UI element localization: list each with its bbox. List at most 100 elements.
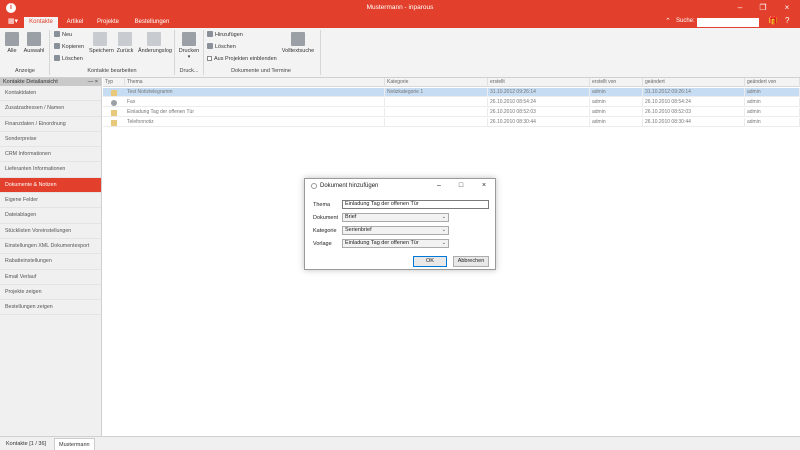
sidebar-item-eigene-felder[interactable]: Eigene Felder [0,193,101,209]
loeschen-kontakt-button[interactable]: Löschen [54,55,83,63]
restore-icon[interactable]: ❐ [756,2,770,14]
auswahl-button[interactable]: Auswahl [23,32,45,54]
cell-kategorie [385,98,488,107]
filter-list-icon [27,32,41,46]
search-input[interactable] [697,17,759,27]
aenderungslog-button[interactable]: Änderungslog [138,32,172,54]
status-tab-mustermann[interactable]: Mustermann [54,438,95,450]
zurueck-button[interactable]: Zurück [114,32,136,54]
list-icon [5,32,19,46]
cell-kategorie [385,118,488,127]
hinzufuegen-label: Hinzufügen [215,32,243,38]
sidebar-item-lieferanten[interactable]: Lieferanten Informationen [0,162,101,178]
hinzufuegen-button[interactable]: Hinzufügen [207,31,243,39]
dokument-label: Dokument [313,215,339,221]
drucken-button[interactable]: Drucken ▾ [178,32,200,60]
status-tab-kontakte[interactable]: Kontakte [1 / 36] [2,438,50,450]
column-header-erstellt-von[interactable]: erstellt von [590,78,643,87]
sidebar-pin-close-icon[interactable]: — × [88,78,98,86]
tab-projekte[interactable]: Projekte [92,17,124,28]
dokument-select-value: Brief [345,214,357,220]
vorlage-select[interactable]: Einladung Tag der offenen Tür ⌄ [342,239,449,248]
tab-kontakte[interactable]: Kontakte [24,17,58,28]
column-header-thema[interactable]: Thema [125,78,385,87]
sidebar: Kontakte Detailansicht — × Kontaktdaten … [0,78,102,436]
loeschen-label: Löschen [62,56,83,62]
table-row[interactable]: Telefonnotiz 26.10.2010 08:30:44 admin 2… [103,118,800,127]
collapse-ribbon-icon[interactable]: ⌃ [665,17,671,25]
help-icon[interactable]: ? [785,16,789,25]
close-icon[interactable]: × [780,2,794,14]
kopieren-button[interactable]: Kopieren [54,43,84,51]
sidebar-item-zusatzadressen[interactable]: Zusatzadressen / Namen [0,101,101,117]
neu-button[interactable]: Neu [54,31,72,39]
save-icon [93,32,107,46]
cell-thema: Fax [125,98,385,107]
dialog-minimize-icon[interactable]: – [433,181,445,191]
group-label-dokumente: Dokumente und Termine [231,68,291,74]
app-menu-button[interactable]: ▦▾ [4,17,22,27]
group-label-druck: Druck... [179,68,199,74]
dialog-close-icon[interactable]: × [478,181,490,191]
volltextsuche-label: Volltextsuche [281,48,315,54]
sidebar-item-crm[interactable]: CRM Informationen [0,147,101,163]
loeschen-dokument-label: Löschen [215,44,236,50]
sidebar-item-projekte[interactable]: Projekte zeigen [0,285,101,301]
tab-bestellungen[interactable]: Bestellungen [130,17,174,28]
title-bar: i Mustermann - inparous – ❐ × [0,0,800,16]
column-header-geaendert-von[interactable]: geändert von [745,78,800,87]
sidebar-item-stuecklisten[interactable]: Stücklisten Voreinstellungen [0,224,101,239]
sidebar-item-email-verlauf[interactable]: Email Verlauf [0,270,101,285]
alle-button[interactable]: Alle [4,32,20,54]
cell-geaendert-von: admin [745,118,800,127]
gift-icon[interactable]: 🎁 [768,16,778,25]
dropdown-arrow-icon: ▾ [187,54,191,60]
column-header-erstellt[interactable]: erstellt [488,78,590,87]
cancel-button[interactable]: Abbrechen [453,256,489,267]
cell-geaendert: 26.10.2010 08:54:24 [643,98,745,107]
sidebar-item-kontaktdaten[interactable]: Kontaktdaten [0,86,101,102]
sidebar-item-xml-export[interactable]: Einstellungen XML Dokumentexport [0,239,101,255]
table-row[interactable]: Einladung Tag der offenen Tür 26.10.2010… [103,108,800,117]
undo-icon [118,32,132,46]
loeschen-dokument-button[interactable]: Löschen [207,43,236,51]
cell-erstellt-von: admin [590,108,643,117]
minimize-icon[interactable]: – [733,2,747,14]
table-row[interactable]: Test Notiztelegramm Notizkategorie 1 31.… [103,88,800,97]
search-label: Suche: [676,18,695,24]
column-header-kategorie[interactable]: Kategorie [385,78,488,87]
sidebar-item-dokumente[interactable]: Dokumente & Notizen [0,177,101,194]
checkbox-icon[interactable] [207,56,212,61]
volltextsuche-button[interactable]: Volltextsuche [280,32,316,54]
ok-button[interactable]: OK [413,256,447,267]
column-header-typ[interactable]: Typ [103,78,125,87]
aus-projekten-checkbox[interactable]: Aus Projekten einblenden [207,55,277,63]
cell-erstellt: 26.10.2010 08:30:44 [488,118,590,127]
dialog-maximize-icon[interactable]: □ [455,181,467,191]
speichern-button[interactable]: Speichern [89,32,114,54]
dokument-hinzufuegen-dialog: Dokument hinzufügen – □ × Thema Einladun… [304,178,496,270]
sidebar-item-sonderpreise[interactable]: Sonderpreise [0,132,101,148]
sidebar-header: Kontakte Detailansicht — × [0,78,101,86]
group-separator [174,30,175,75]
sidebar-item-dateiablagen[interactable]: Dateiablagen [0,208,101,224]
sidebar-item-bestellungen[interactable]: Bestellungen zeigen [0,300,101,316]
history-icon [147,32,161,46]
dokument-select[interactable]: Brief ⌄ [342,213,449,222]
note-icon [111,89,117,96]
group-label-anzeige: Anzeige [15,68,35,74]
dialog-title-bar: Dokument hinzufügen – □ × [305,179,495,193]
column-header-geaendert[interactable]: geändert [643,78,745,87]
table-row[interactable]: Fax 26.10.2010 08:54:24 admin 26.10.2010… [103,98,800,107]
chevron-down-icon: ⌄ [441,227,446,233]
sidebar-header-title: Kontakte Detailansicht [3,79,58,85]
ribbon: Alle Auswahl Anzeige Neu Kopieren Lösche… [0,28,800,78]
thema-input[interactable]: Einladung Tag der offenen Tür [342,200,489,209]
alle-label: Alle [7,48,17,54]
cell-erstellt: 31.10.2012 09:26:14 [488,88,590,97]
tab-artikel[interactable]: Artikel [62,17,88,28]
sidebar-item-rabatte[interactable]: Rabatteinstellungen [0,254,101,270]
sidebar-item-finanzdaten[interactable]: Finanzdaten / Einordnung [0,117,101,132]
cell-thema: Test Notiztelegramm [125,88,385,97]
kategorie-select[interactable]: Serienbrief ⌄ [342,226,449,235]
